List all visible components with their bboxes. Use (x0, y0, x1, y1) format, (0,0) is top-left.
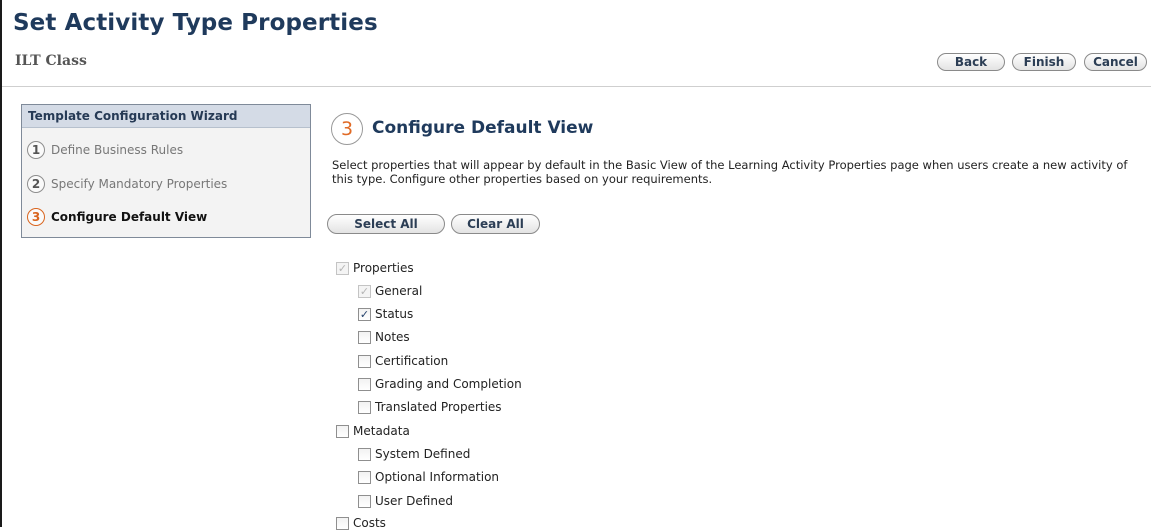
wizard-step-configure-default-view[interactable]: 3 Configure Default View (27, 208, 207, 226)
clear-all-button[interactable]: Clear All (451, 214, 540, 234)
checkbox-label: Grading and Completion (375, 377, 522, 391)
step-label: Configure Default View (51, 210, 208, 224)
tree-item-grading-and-completion: Grading and Completion (358, 377, 522, 391)
general-checkbox[interactable]: ✓ (358, 284, 371, 298)
checkbox-label: General (375, 284, 423, 298)
step-number: 3 (27, 208, 45, 226)
costs-checkbox[interactable] (336, 516, 349, 530)
back-button[interactable]: Back (937, 53, 1005, 71)
checkbox-label: Properties (353, 261, 414, 275)
checkbox-label: Optional Information (375, 470, 500, 484)
checkbox-label: Status (375, 307, 414, 321)
tree-item-notes: Notes (358, 330, 410, 344)
checkbox-label: Notes (375, 330, 410, 344)
tree-item-status: ✓ Status (358, 307, 413, 321)
tree-item-optional-information: Optional Information (358, 470, 499, 484)
tree-item-general: ✓ General (358, 284, 422, 298)
checkbox-label: Costs (353, 516, 386, 530)
select-all-button[interactable]: Select All (327, 214, 445, 234)
step-number: 2 (27, 175, 45, 193)
checkbox-label: Translated Properties (375, 400, 502, 414)
certification-checkbox[interactable] (358, 354, 371, 368)
system-defined-checkbox[interactable] (358, 447, 371, 461)
step-label: Define Business Rules (51, 143, 184, 157)
window-left-border (0, 0, 2, 527)
cancel-button[interactable]: Cancel (1084, 53, 1147, 71)
optional-information-checkbox[interactable] (358, 470, 371, 484)
metadata-checkbox[interactable] (336, 424, 349, 438)
translated-properties-checkbox[interactable] (358, 400, 371, 414)
user-defined-checkbox[interactable] (358, 494, 371, 508)
page-title: Set Activity Type Properties (13, 10, 378, 36)
grading-and-completion-checkbox[interactable] (358, 377, 371, 391)
wizard-step-specify-mandatory-properties[interactable]: 2 Specify Mandatory Properties (27, 175, 227, 193)
status-checkbox[interactable]: ✓ (358, 307, 371, 321)
tree-item-metadata: Metadata (336, 424, 410, 438)
tree-item-user-defined: User Defined (358, 494, 453, 508)
wizard-header: Template Configuration Wizard (22, 105, 310, 128)
activity-type-subtitle: ILT Class (15, 53, 87, 69)
checkbox-label: Certification (375, 354, 449, 368)
tree-item-properties: ✓ Properties (336, 261, 414, 275)
wizard-step-define-business-rules[interactable]: 1 Define Business Rules (27, 141, 183, 159)
checkbox-label: Metadata (353, 424, 410, 438)
section-description: Select properties that will appear by de… (332, 158, 1128, 186)
properties-checkbox[interactable]: ✓ (336, 261, 349, 275)
tree-item-system-defined: System Defined (358, 447, 470, 461)
step-number: 1 (27, 141, 45, 159)
notes-checkbox[interactable] (358, 330, 371, 344)
checkbox-label: System Defined (375, 447, 471, 461)
wizard-panel: Template Configuration Wizard 1 Define B… (21, 104, 311, 238)
finish-button[interactable]: Finish (1012, 53, 1076, 71)
tree-item-certification: Certification (358, 354, 448, 368)
header-divider (2, 86, 1151, 87)
tree-item-costs: Costs (336, 516, 386, 530)
section-title: Configure Default View (372, 118, 594, 138)
section-step-number: 3 (331, 113, 363, 145)
step-label: Specify Mandatory Properties (51, 177, 228, 191)
tree-item-translated-properties: Translated Properties (358, 400, 502, 414)
checkbox-label: User Defined (375, 494, 453, 508)
